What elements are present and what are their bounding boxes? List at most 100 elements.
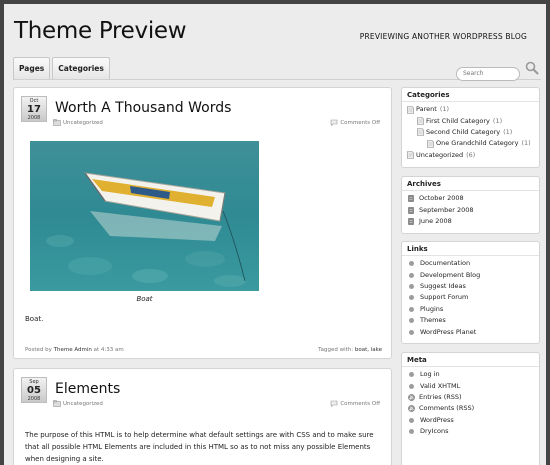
link-item[interactable]: Suggest Ideas xyxy=(407,281,534,292)
bullet-icon xyxy=(409,261,414,267)
category-icon xyxy=(417,128,424,137)
bullet-icon xyxy=(409,318,414,324)
category-link[interactable]: One Grandchild Category xyxy=(436,138,518,149)
blogroll-link[interactable]: Support Forum xyxy=(420,292,468,303)
post-category: Uncategorized xyxy=(53,119,103,126)
archive-icon xyxy=(408,218,414,225)
meta-item[interactable]: Entries (RSS) xyxy=(407,392,534,403)
archive-icon xyxy=(408,195,414,202)
post-tags: Tagged with: boat, lake xyxy=(318,347,382,353)
category-item[interactable]: Second Child Category (1) xyxy=(407,127,534,138)
folder-icon xyxy=(53,400,61,407)
meta-item[interactable]: Comments (RSS) xyxy=(407,403,534,414)
search-input[interactable] xyxy=(456,66,520,81)
blogroll-link[interactable]: Plugins xyxy=(420,304,443,315)
link-item[interactable]: Development Blog xyxy=(407,269,534,280)
category-link[interactable]: Parent xyxy=(416,104,437,115)
blogroll-link[interactable]: Documentation xyxy=(420,258,470,269)
post-comments-label: Comments Off xyxy=(340,119,380,126)
post-year: 2008 xyxy=(27,115,41,121)
post-title[interactable]: Elements xyxy=(55,381,120,397)
meta-link[interactable]: Comments (RSS) xyxy=(419,403,474,414)
categories-list: Parent (1) First Child Category (1) Second C… xyxy=(402,102,539,163)
bullet-icon xyxy=(409,429,414,435)
archive-item[interactable]: June 2008 xyxy=(407,216,534,227)
widget-title: Categories xyxy=(402,88,539,102)
post-meta: Posted by Theme Admin at 4:33 am xyxy=(25,347,124,353)
post-author[interactable]: Theme Admin xyxy=(54,347,92,353)
category-item[interactable]: First Child Category (1) xyxy=(407,115,534,126)
link-item[interactable]: WordPress Planet xyxy=(407,326,534,337)
page: Theme Preview PREVIEWING ANOTHER WORDPRE… xyxy=(4,4,546,465)
blogroll-link[interactable]: Development Blog xyxy=(420,270,480,281)
site-description: PREVIEWING ANOTHER WORDPRESS BLOG xyxy=(359,32,527,41)
tab-categories[interactable]: Categories xyxy=(52,57,110,79)
meta-link[interactable]: Log in xyxy=(420,369,440,380)
meta-link[interactable]: Entries (RSS) xyxy=(419,392,462,403)
boat-photo[interactable] xyxy=(30,141,259,291)
post-category-link[interactable]: Uncategorized xyxy=(63,120,103,126)
comment-icon xyxy=(331,400,338,407)
folder-icon xyxy=(53,119,61,126)
bullet-icon xyxy=(409,329,414,335)
comment-icon xyxy=(331,119,338,126)
meta-link[interactable]: Valid XHTML xyxy=(420,381,460,392)
category-icon xyxy=(427,140,434,148)
bullet-icon xyxy=(409,295,414,301)
post-body: The purpose of this HTML is to help dete… xyxy=(25,431,374,463)
post-comments: Comments Off xyxy=(330,400,380,407)
meta-list: Log in Valid XHTML Entries (RSS) Comments (… xyxy=(402,367,539,439)
category-link[interactable]: Uncategorized xyxy=(416,150,463,161)
archive-link[interactable]: June 2008 xyxy=(419,216,452,227)
meta-item[interactable]: WordPress xyxy=(407,415,534,426)
post-category-link[interactable]: Uncategorized xyxy=(63,401,103,407)
category-item[interactable]: Parent (1) xyxy=(407,104,534,115)
rss-icon xyxy=(408,394,415,401)
category-link[interactable]: Second Child Category xyxy=(426,127,500,138)
category-item[interactable]: Uncategorized (6) xyxy=(407,150,534,161)
category-icon xyxy=(407,105,414,114)
category-count: (1) xyxy=(503,127,513,136)
category-count: (6) xyxy=(466,150,476,159)
bullet-icon xyxy=(409,272,414,278)
blogroll-link[interactable]: Themes xyxy=(420,315,446,326)
archives-widget: Archives October 2008 September 2008 June … xyxy=(401,176,540,234)
bullet-icon xyxy=(409,283,414,289)
category-link[interactable]: First Child Category xyxy=(426,116,490,127)
bullet-icon xyxy=(409,306,414,312)
post-category: Uncategorized xyxy=(53,400,103,407)
link-item[interactable]: Support Forum xyxy=(407,292,534,303)
archive-item[interactable]: September 2008 xyxy=(407,204,534,215)
post-time: at 4:33 am xyxy=(93,347,124,353)
category-count: (1) xyxy=(521,139,531,148)
category-item[interactable]: One Grandchild Category (1) xyxy=(407,138,534,149)
post-worth-a-thousand-words: Oct 17 2008 Worth A Thousand Words Uncat… xyxy=(13,87,392,359)
widget-title: Links xyxy=(402,242,539,256)
archive-link[interactable]: September 2008 xyxy=(419,205,474,216)
link-item[interactable]: Documentation xyxy=(407,258,534,269)
post-date: Sep 05 2008 xyxy=(21,377,47,403)
bullet-icon xyxy=(409,372,414,378)
meta-item[interactable]: Log in xyxy=(407,369,534,380)
category-count: (1) xyxy=(492,116,503,125)
category-icon xyxy=(407,151,414,160)
tab-pages[interactable]: Pages xyxy=(13,57,51,79)
archive-link[interactable]: October 2008 xyxy=(419,193,464,204)
link-item[interactable]: Themes xyxy=(407,315,534,326)
archives-list: October 2008 September 2008 June 2008 xyxy=(402,191,539,229)
post-tag-links[interactable]: boat, lake xyxy=(355,347,382,353)
site-title[interactable]: Theme Preview xyxy=(14,18,187,44)
archive-item[interactable]: October 2008 xyxy=(407,193,534,204)
meta-item[interactable]: DryIcons xyxy=(407,426,534,437)
post-day: 17 xyxy=(27,104,41,115)
search-icon[interactable] xyxy=(525,61,539,75)
post-title[interactable]: Worth A Thousand Words xyxy=(55,100,231,116)
meta-link[interactable]: DryIcons xyxy=(420,426,449,437)
link-item[interactable]: Plugins xyxy=(407,304,534,315)
meta-item[interactable]: Valid XHTML xyxy=(407,380,534,391)
blogroll-link[interactable]: Suggest Ideas xyxy=(420,281,466,292)
blogroll-link[interactable]: WordPress Planet xyxy=(420,327,476,338)
categories-widget: Categories Parent (1) First Child Category… xyxy=(401,87,540,168)
category-icon xyxy=(417,117,424,125)
meta-link[interactable]: WordPress xyxy=(420,415,454,426)
